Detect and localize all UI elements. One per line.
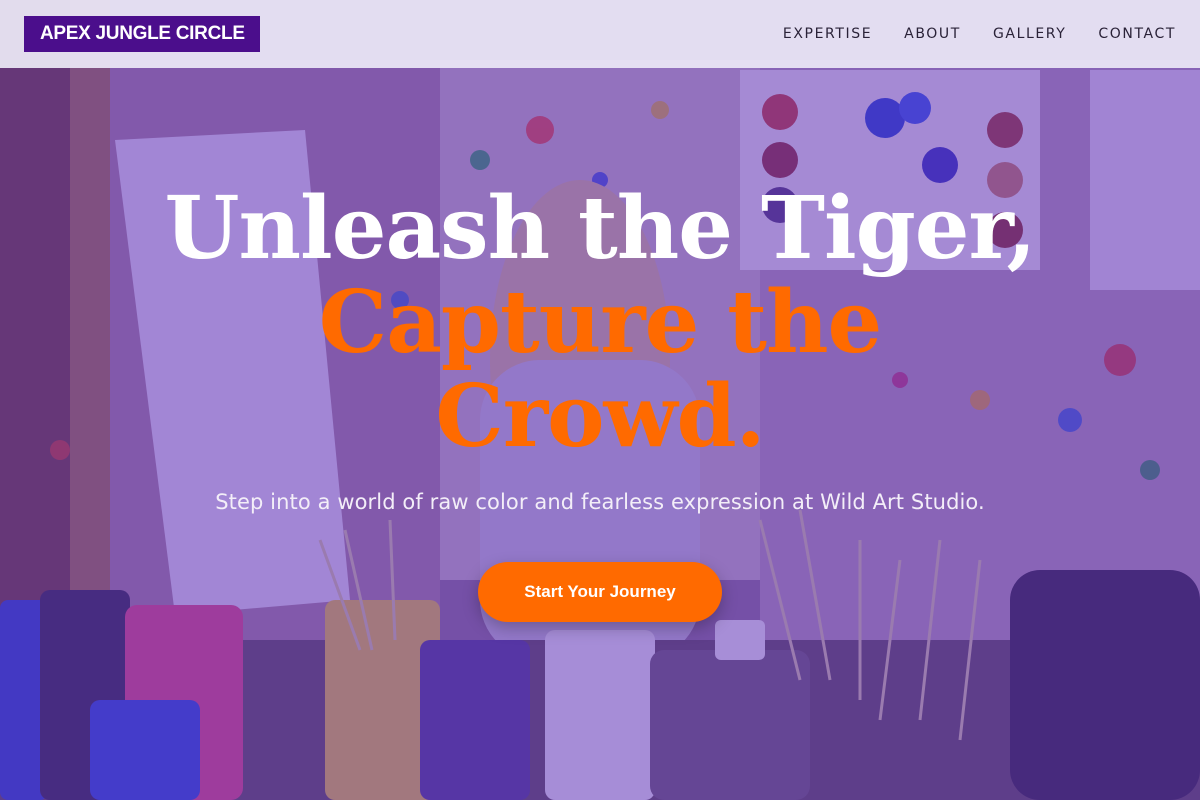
top-navigation-bar: APEX JUNGLE CIRCLE EXPERTISE ABOUT GALLE…	[0, 0, 1200, 68]
headline-line-2: Capture the	[318, 272, 883, 373]
start-journey-button[interactable]: Start Your Journey	[478, 562, 722, 622]
nav-link-gallery[interactable]: GALLERY	[993, 26, 1066, 42]
headline-line-3: Crowd.	[435, 366, 765, 467]
nav-link-about[interactable]: ABOUT	[904, 26, 961, 42]
hero-headline: Unleash the Tiger, Capture the Crowd.	[100, 182, 1100, 464]
main-menu: EXPERTISE ABOUT GALLERY CONTACT	[751, 26, 1176, 42]
brand-logo[interactable]: APEX JUNGLE CIRCLE	[24, 16, 260, 52]
nav-link-expertise[interactable]: EXPERTISE	[783, 26, 872, 42]
headline-line-1: Unleash the Tiger,	[164, 178, 1037, 279]
hero-subtitle: Step into a world of raw color and fearl…	[215, 490, 985, 514]
nav-link-contact[interactable]: CONTACT	[1098, 26, 1176, 42]
hero-content: Unleash the Tiger, Capture the Crowd. St…	[0, 0, 1200, 800]
